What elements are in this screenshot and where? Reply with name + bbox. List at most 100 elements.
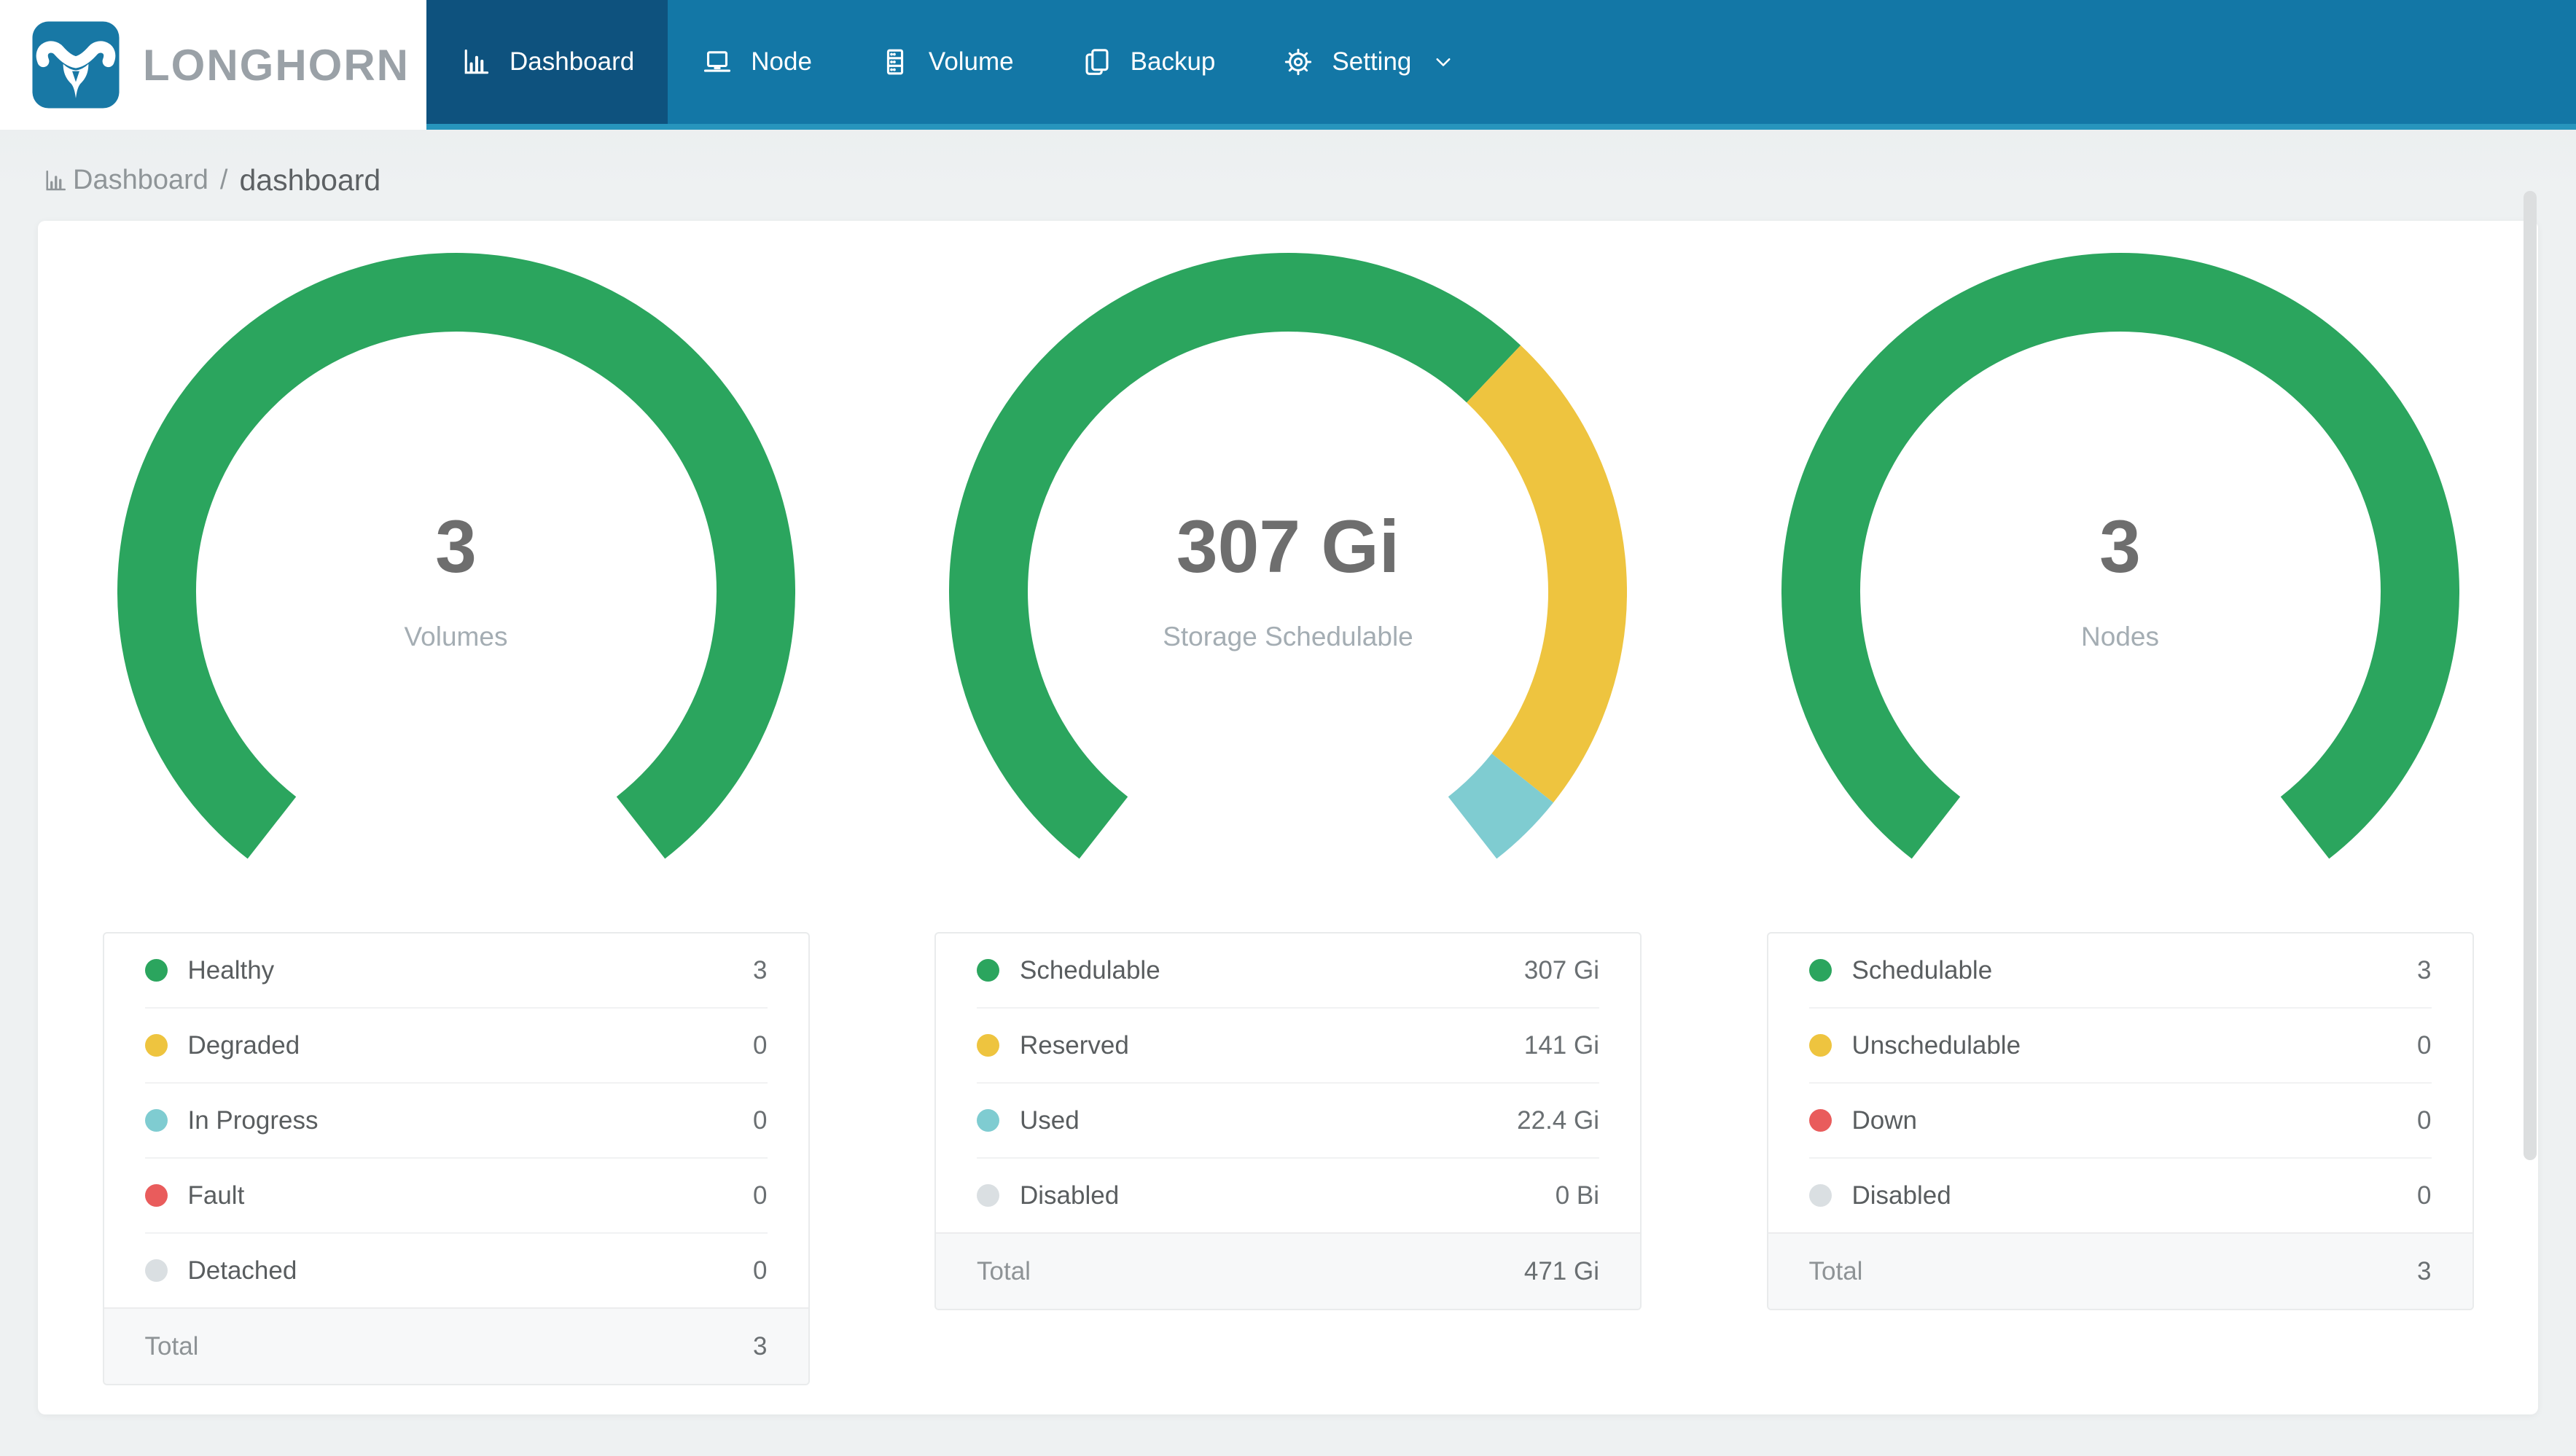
breadcrumb-section[interactable]: Dashboard xyxy=(73,165,208,196)
legend-row-disabled: Disabled 0 xyxy=(1808,1157,2432,1232)
legend-value: 0 xyxy=(753,1105,768,1135)
tab-label: Setting xyxy=(1332,47,1412,76)
breadcrumb: Dashboard / dashboard xyxy=(0,130,2576,221)
legend-total-row: Total 3 xyxy=(104,1307,808,1384)
legend-dot-green xyxy=(144,959,168,982)
legend-dot-gray xyxy=(144,1259,168,1282)
gauge-segment-healthy xyxy=(117,253,795,859)
legend-row-reserved: Reserved 141 Gi xyxy=(977,1007,1599,1082)
gauge-column-volumes: 3 Volumes Healthy 3 Degraded 0 In Progress 0 Fau… xyxy=(42,253,870,1385)
tab-node[interactable]: Node xyxy=(668,0,846,124)
legend-rows: Healthy 3 Degraded 0 In Progress 0 Fault 0 Detac… xyxy=(104,934,808,1307)
scrollbar-thumb[interactable] xyxy=(2524,191,2537,1160)
breadcrumb-current-page: dashboard xyxy=(239,163,381,197)
legend-value: 0 xyxy=(753,1030,768,1060)
legend-label: Used xyxy=(1020,1105,1080,1135)
brand-name: LONGHORN xyxy=(143,40,410,90)
total-label: Total xyxy=(144,1331,199,1361)
gear-icon xyxy=(1282,46,1314,78)
legend-label: Fault xyxy=(187,1181,245,1210)
legend-value: 0 xyxy=(753,1181,768,1210)
gauge-column-storage: 307 Gi Storage Schedulable Schedulable 307 … xyxy=(874,253,1702,1385)
legend-label: In Progress xyxy=(187,1105,319,1135)
legend-rows: Schedulable 3 Unschedulable 0 Down 0 Disabled 0 xyxy=(1768,934,2472,1232)
legend-value: 0 xyxy=(2417,1181,2432,1210)
legend-label: Schedulable xyxy=(1851,955,1993,985)
tab-label: Node xyxy=(751,47,812,76)
gauge-volumes: 3 Volumes xyxy=(117,253,795,931)
bar-chart-icon xyxy=(460,46,492,78)
gauge-nodes: 3 Nodes xyxy=(1781,253,2459,931)
legend-label: Degraded xyxy=(187,1030,300,1060)
legend-dot-green xyxy=(977,959,999,982)
gauge-column-nodes: 3 Nodes Schedulable 3 Unschedulable 0 Down 0 Dis… xyxy=(1706,253,2534,1385)
tab-label: Volume xyxy=(928,47,1014,76)
legend-label: Detached xyxy=(187,1256,297,1285)
legend-dot-yellow xyxy=(977,1034,999,1057)
legend-row-used: Used 22.4 Gi xyxy=(977,1082,1599,1157)
legend-row-unschedulable: Unschedulable 0 xyxy=(1808,1007,2432,1082)
brand: LONGHORN xyxy=(0,0,426,130)
legend-rows: Schedulable 307 Gi Reserved 141 Gi Used 22.4 … xyxy=(936,934,1640,1232)
total-value: 3 xyxy=(753,1331,768,1361)
header: LONGHORN Dashboard Node Volume Backup Settin… xyxy=(0,0,2576,130)
legend-table-volumes: Healthy 3 Degraded 0 In Progress 0 Fault 0 Detac… xyxy=(102,932,810,1385)
legend-dot-teal xyxy=(144,1109,168,1132)
legend-value: 0 xyxy=(2417,1105,2432,1135)
legend-row-detached: Detached 0 xyxy=(144,1232,768,1307)
legend-table-nodes: Schedulable 3 Unschedulable 0 Down 0 Disabled 0… xyxy=(1766,932,2474,1310)
legend-dot-green xyxy=(1808,959,1832,982)
legend-dot-red xyxy=(144,1184,168,1207)
gauge-storage: 307 Gi Storage Schedulable xyxy=(949,253,1627,931)
legend-total-row: Total 471 Gi xyxy=(936,1232,1640,1309)
legend-value: 3 xyxy=(2417,955,2432,985)
legend-label: Disabled xyxy=(1851,1181,1951,1210)
tab-dashboard[interactable]: Dashboard xyxy=(426,0,668,124)
tab-backup[interactable]: Backup xyxy=(1047,0,1249,124)
legend-value: 0 Bi xyxy=(1555,1181,1599,1210)
legend-dot-gray xyxy=(1808,1184,1832,1207)
legend-total-row: Total 3 xyxy=(1768,1232,2472,1309)
gauge-segment-used xyxy=(1448,753,1554,859)
legend-dot-yellow xyxy=(1808,1034,1832,1057)
server-icon xyxy=(879,46,911,78)
legend-value: 3 xyxy=(753,955,768,985)
gauge-segment-schedulable xyxy=(949,253,1521,859)
chevron-down-icon xyxy=(1429,49,1456,75)
legend-value: 0 xyxy=(2417,1030,2432,1060)
total-label: Total xyxy=(977,1256,1031,1285)
legend-value: 141 Gi xyxy=(1523,1030,1599,1060)
longhorn-logo-icon xyxy=(31,20,121,110)
legend-row-healthy: Healthy 3 xyxy=(144,934,768,1007)
nav-tabs: Dashboard Node Volume Backup Setting xyxy=(426,0,2576,130)
copy-icon xyxy=(1081,46,1113,78)
legend-dot-yellow xyxy=(144,1034,168,1057)
legend-row-in-progress: In Progress 0 xyxy=(144,1082,768,1157)
tab-label: Backup xyxy=(1130,47,1216,76)
legend-label: Down xyxy=(1851,1105,1917,1135)
legend-row-schedulable: Schedulable 307 Gi xyxy=(977,934,1599,1007)
total-value: 471 Gi xyxy=(1523,1256,1599,1285)
legend-row-disabled: Disabled 0 Bi xyxy=(977,1157,1599,1232)
legend-row-fault: Fault 0 xyxy=(144,1157,768,1232)
legend-dot-teal xyxy=(977,1109,999,1132)
legend-label: Disabled xyxy=(1020,1181,1120,1210)
legend-value: 0 xyxy=(753,1256,768,1285)
legend-label: Schedulable xyxy=(1020,955,1160,985)
tab-setting[interactable]: Setting xyxy=(1249,0,1490,124)
bar-chart-icon xyxy=(42,168,69,194)
dashboard-card: 3 Volumes Healthy 3 Degraded 0 In Progress 0 Fau… xyxy=(38,221,2538,1414)
legend-label: Healthy xyxy=(187,955,275,985)
gauge-segment-schedulable xyxy=(1781,253,2459,859)
laptop-icon xyxy=(701,46,733,78)
total-label: Total xyxy=(1808,1256,1863,1285)
legend-label: Unschedulable xyxy=(1851,1030,2021,1060)
legend-row-degraded: Degraded 0 xyxy=(144,1007,768,1082)
tab-label: Dashboard xyxy=(510,47,635,76)
legend-value: 307 Gi xyxy=(1523,955,1599,985)
legend-dot-gray xyxy=(977,1184,999,1207)
legend-value: 22.4 Gi xyxy=(1517,1105,1599,1135)
tab-volume[interactable]: Volume xyxy=(846,0,1047,124)
legend-dot-red xyxy=(1808,1109,1832,1132)
breadcrumb-separator: / xyxy=(219,165,228,195)
